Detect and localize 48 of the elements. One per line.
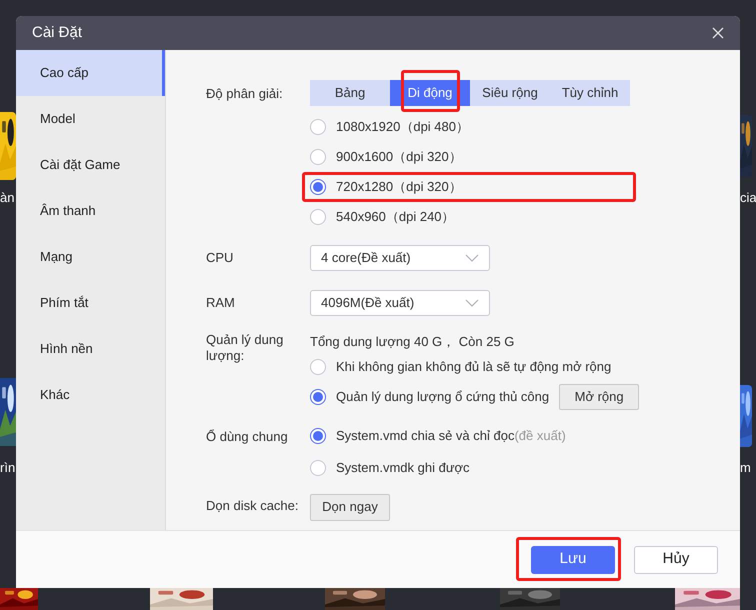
option-label: System.vmdk ghi được xyxy=(336,458,470,477)
field-label: Ổ dùng chung xyxy=(206,428,289,446)
cpu-select[interactable]: 4 core(Đề xuất) xyxy=(310,245,490,271)
clear-now-button[interactable]: Dọn ngay xyxy=(310,494,390,520)
tab[interactable]: Siêu rộng xyxy=(470,80,550,106)
expand-button[interactable]: Mở rộng xyxy=(559,384,640,410)
sidebar-item[interactable]: Model xyxy=(16,96,165,142)
sidebar-item[interactable]: Cao cấp xyxy=(16,50,165,96)
chevron-down-icon xyxy=(465,254,479,262)
sidebar-item[interactable]: Khác xyxy=(16,372,165,418)
field-label: Quản lý dung lượng: xyxy=(206,332,284,365)
cancel-button[interactable]: Hủy xyxy=(634,546,718,574)
tab[interactable]: Tùy chỉnh xyxy=(550,80,630,106)
option-label: 900x1600（dpi 320） xyxy=(336,148,462,166)
sidebar-item[interactable]: Mạng xyxy=(16,234,165,280)
sidebar-item[interactable]: Cài đặt Game xyxy=(16,142,165,188)
tab[interactable]: Bảng xyxy=(310,80,390,106)
radio-button[interactable] xyxy=(310,149,326,165)
sidebar-item[interactable]: Âm thanh xyxy=(16,188,165,234)
close-icon[interactable] xyxy=(712,27,724,39)
radio-button[interactable] xyxy=(310,209,326,225)
app-label: àn xyxy=(0,189,14,207)
radio-button[interactable] xyxy=(310,119,326,135)
radio-button[interactable] xyxy=(310,428,326,444)
option-label: 720x1280（dpi 320） xyxy=(336,178,462,196)
option-label: System.vmd chia sẻ và chỉ đọc(đề xuất) xyxy=(336,426,566,445)
field-label: CPU xyxy=(206,249,234,268)
field-label: Dọn disk cache: xyxy=(206,496,300,514)
field-label: RAM xyxy=(206,294,236,312)
app-label: rìn xyxy=(0,459,16,477)
radio-button[interactable] xyxy=(310,460,326,476)
field-label: Độ phân giải: xyxy=(206,85,284,103)
ram-select[interactable]: 4096M(Đề xuất) xyxy=(310,290,490,316)
save-button[interactable]: Lưu xyxy=(531,546,615,574)
option-label: Khi không gian không đủ là sẽ tự động mở rộng xyxy=(336,358,612,376)
option-label: Quản lý dung lượng ổ cứng thủ công xyxy=(336,388,550,406)
app-label: m xyxy=(740,459,751,477)
radio-button[interactable] xyxy=(310,358,326,374)
radio-button[interactable] xyxy=(310,388,326,404)
tab[interactable]: Di động xyxy=(390,80,470,106)
sidebar-item[interactable]: Phím tắt xyxy=(16,280,165,326)
option-label: 540x960（dpi 240） xyxy=(336,208,455,226)
sidebar-item[interactable]: Hình nền xyxy=(16,326,165,372)
storage-summary: Tổng dung lượng 40 G， Còn 25 G xyxy=(310,333,516,351)
radio-button[interactable] xyxy=(310,179,326,195)
window-title: Cài Đặt xyxy=(32,22,82,43)
chevron-down-icon xyxy=(465,299,479,307)
option-label: 1080x1920（dpi 480） xyxy=(336,118,469,136)
